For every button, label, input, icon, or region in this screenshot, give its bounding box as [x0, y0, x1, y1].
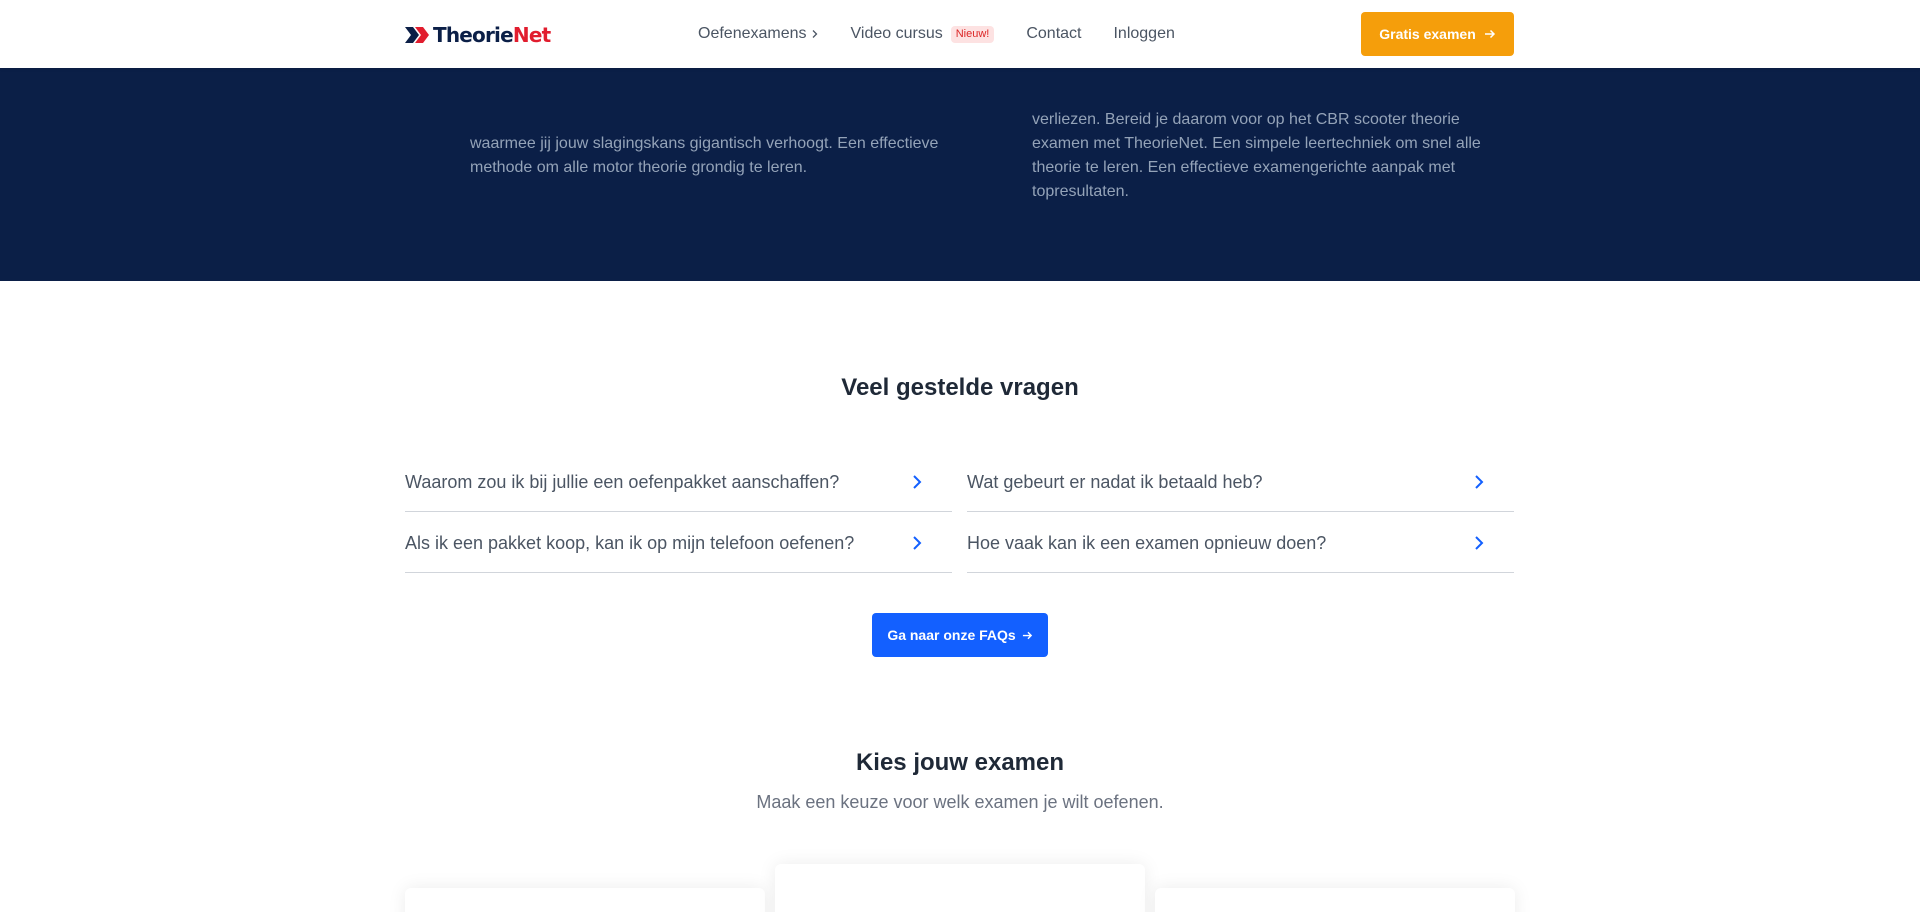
faq-item[interactable]: Als ik een pakket koop, kan ik op mijn t…	[405, 513, 952, 573]
faq-question: Hoe vaak kan ik een examen opnieuw doen?	[967, 533, 1327, 553]
faq-page-button-label: Ga naar onze FAQs	[887, 627, 1016, 643]
chevron-right-icon	[812, 30, 817, 38]
exam-subtitle: Maak een keuze voor welk examen je wilt …	[756, 792, 1164, 812]
text-line: methode om alle motor theorie grondig te…	[470, 159, 808, 176]
faq-item[interactable]: Waarom zou ik bij jullie een oefenpakket…	[405, 452, 952, 512]
nav-contact-label: Contact	[1026, 25, 1082, 42]
gratis-examen-button[interactable]: Gratis examen	[1361, 12, 1514, 56]
features-band: waarmee jij jouw slagingskans gigantisch…	[0, 68, 1920, 281]
arrow-right-icon	[1022, 631, 1032, 639]
logo-wordmark: TheorieNet	[433, 23, 551, 47]
exam-heading: Kies jouw examen	[855, 749, 1065, 776]
new-badge: Nieuw!	[950, 25, 995, 43]
motor-feature-text: waarmee jij jouw slagingskans gigantisch…	[470, 132, 950, 180]
nav-contact[interactable]: Contact	[1026, 25, 1081, 43]
site-header: TheorieNet Oefenexamens Video cursus Nie…	[0, 0, 1920, 68]
faq-item[interactable]: Wat gebeurt er nadat ik betaald heb?	[967, 452, 1514, 512]
faq-page-button[interactable]: Ga naar onze FAQs	[872, 613, 1048, 657]
main-nav: Oefenexamens Video cursus Nieuw! Contact…	[698, 0, 1175, 68]
chevron-right-icon	[913, 535, 922, 550]
nav-inloggen[interactable]: Inloggen	[1113, 25, 1174, 43]
arrow-right-icon	[1484, 29, 1495, 39]
double-chevron-logo-icon	[405, 27, 429, 43]
chevron-right-icon	[1475, 535, 1484, 550]
exam-card[interactable]	[405, 888, 765, 912]
exam-card-featured[interactable]	[775, 864, 1145, 912]
text-line: theorie te leren. Een effectieve exameng…	[1032, 159, 1456, 176]
faq-question: Waarom zou ik bij jullie een oefenpakket…	[405, 472, 840, 492]
faq-item[interactable]: Hoe vaak kan ik een examen opnieuw doen?	[967, 513, 1514, 573]
text-line: examen met TheorieNet. Een simpele leert…	[1032, 135, 1481, 152]
faq-question: Wat gebeurt er nadat ik betaald heb?	[967, 472, 1263, 492]
chevron-right-icon	[1475, 474, 1484, 489]
theorienet-logo[interactable]: TheorieNet	[405, 22, 551, 48]
nav-video-cursus-label: Video cursus	[850, 25, 943, 42]
chevron-right-icon	[913, 474, 922, 489]
faq-question: Als ik een pakket koop, kan ik op mijn t…	[405, 533, 855, 553]
text-line: verliezen. Bereid je daarom voor op het …	[1032, 111, 1460, 128]
nav-oefenexamens-label: Oefenexamens	[698, 25, 807, 42]
nav-video-cursus[interactable]: Video cursus Nieuw!	[851, 25, 995, 43]
nav-inloggen-label: Inloggen	[1113, 25, 1175, 42]
text-line: waarmee jij jouw slagingskans gigantisch…	[470, 135, 939, 152]
gratis-examen-label: Gratis examen	[1379, 26, 1476, 42]
scooter-feature-text: verliezen. Bereid je daarom voor op het …	[1032, 108, 1522, 204]
nav-oefenexamens[interactable]: Oefenexamens	[698, 25, 819, 43]
text-line: topresultaten.	[1032, 183, 1129, 200]
exam-card[interactable]	[1155, 888, 1515, 912]
faq-heading: Veel gestelde vragen	[841, 374, 1079, 401]
